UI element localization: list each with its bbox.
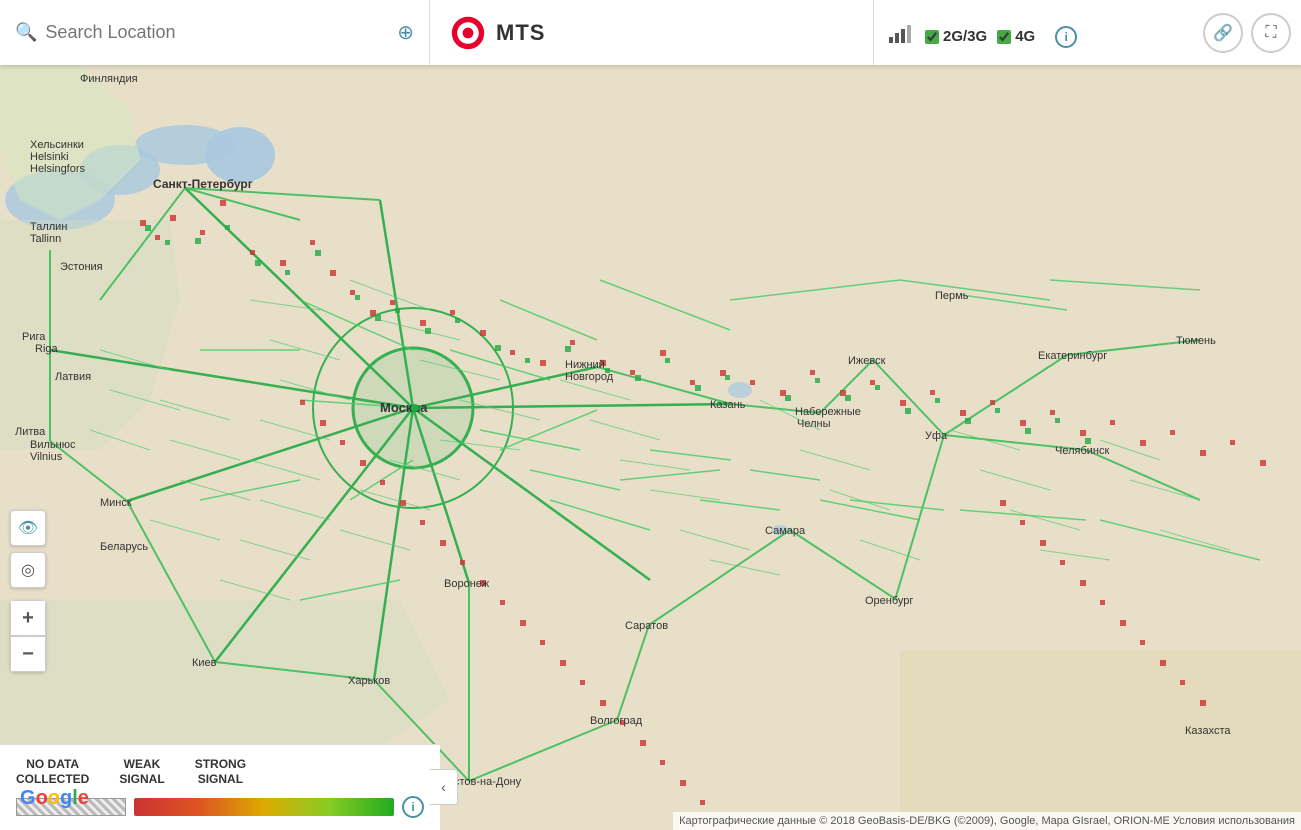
svg-text:Самара: Самара <box>765 525 806 537</box>
brand-logo <box>450 15 486 51</box>
svg-text:Челябинск: Челябинск <box>1055 445 1109 457</box>
search-section: 🔍 ⊕ <box>0 0 430 65</box>
location-button[interactable]: ◎ <box>10 552 46 588</box>
legend-info-icon: i <box>411 800 414 814</box>
svg-text:Тюмень: Тюмень <box>1176 335 1216 347</box>
svg-text:Хельсинки: Хельсинки <box>30 139 84 151</box>
zoom-controls: + − <box>10 600 46 672</box>
attribution-text: Картографические данные © 2018 GeoBasis-… <box>679 815 1295 827</box>
svg-text:Литва: Литва <box>15 426 46 438</box>
minus-icon: − <box>22 643 34 666</box>
no-data-label: NO DATACOLLECTED <box>16 757 89 788</box>
info-icon: i <box>1065 30 1068 44</box>
expand-button[interactable]: ⛶ <box>1251 13 1291 53</box>
svg-text:Уфа: Уфа <box>925 430 948 442</box>
network-4g-control[interactable]: 4G <box>997 28 1035 45</box>
legend-info-button[interactable]: i <box>402 796 424 818</box>
svg-text:Санкт-Петербург: Санкт-Петербург <box>153 177 253 191</box>
svg-text:Ижевск: Ижевск <box>848 355 886 367</box>
svg-text:Беларусь: Беларусь <box>100 541 148 553</box>
svg-text:Tallinn: Tallinn <box>30 233 61 245</box>
svg-text:Екатеринбург: Екатеринбург <box>1038 350 1107 362</box>
gps-icon[interactable]: ⊕ <box>397 20 414 45</box>
svg-text:Эстония: Эстония <box>60 261 103 273</box>
svg-text:Казахста: Казахста <box>1185 725 1231 737</box>
svg-text:Финляндия: Финляндия <box>80 73 138 85</box>
svg-text:Саратов: Саратов <box>625 620 668 632</box>
network-2g3g-control[interactable]: 2G/3G <box>925 28 987 45</box>
svg-text:Helsinki: Helsinki <box>30 151 69 163</box>
network-controls: 2G/3G 4G i <box>889 25 1077 48</box>
search-input[interactable] <box>45 22 245 43</box>
location-icon: ◎ <box>21 560 35 580</box>
legend-labels: NO DATACOLLECTED WEAKSIGNAL STRONGSIGNAL <box>16 757 424 788</box>
svg-text:Харьков: Харьков <box>348 675 390 687</box>
left-controls: 👁 ◎ <box>10 510 46 588</box>
svg-text:Челны: Челны <box>797 418 831 430</box>
svg-text:Таллин: Таллин <box>30 221 67 233</box>
map-container[interactable]: Финляндия Хельсинки Helsinki Helsingfors… <box>0 0 1301 830</box>
map-svg: Финляндия Хельсинки Helsinki Helsingfors… <box>0 0 1301 830</box>
weak-signal-label: WEAKSIGNAL <box>119 757 164 788</box>
collapse-icon: ‹ <box>441 779 446 795</box>
signal-color-bar <box>134 798 394 816</box>
brand-section: MTS <box>430 15 873 51</box>
header-right-icons: 🔗 ⛶ <box>1193 13 1301 53</box>
network-2g3g-label: 2G/3G <box>943 28 987 45</box>
svg-text:Vilnius: Vilnius <box>30 451 63 463</box>
svg-text:Киев: Киев <box>192 657 217 669</box>
plus-icon: + <box>22 607 34 630</box>
zoom-in-button[interactable]: + <box>10 600 46 636</box>
eye-icon: 👁 <box>18 518 38 538</box>
signal-bars-icon <box>889 25 911 48</box>
link-button[interactable]: 🔗 <box>1203 13 1243 53</box>
network-4g-label: 4G <box>1015 28 1035 45</box>
layer-visibility-button[interactable]: 👁 <box>10 510 46 546</box>
svg-text:Минск: Минск <box>100 497 132 509</box>
svg-text:Нижний: Нижний <box>565 359 605 371</box>
svg-text:Riga: Riga <box>35 343 59 355</box>
svg-text:Пермь: Пермь <box>935 290 969 302</box>
svg-text:Волгоград: Волгоград <box>590 715 643 727</box>
svg-text:Новгород: Новгород <box>565 371 614 383</box>
network-4g-checkbox[interactable] <box>997 30 1011 44</box>
network-info-button[interactable]: i <box>1055 26 1077 48</box>
svg-text:Воронеж: Воронеж <box>444 578 490 590</box>
google-logo: Google <box>20 787 89 810</box>
brand-name: MTS <box>496 20 545 46</box>
header: 🔍 ⊕ MTS NETWORK TYPE <box>0 0 1301 65</box>
svg-text:Москва: Москва <box>380 400 428 415</box>
svg-text:Helsingfors: Helsingfors <box>30 163 86 175</box>
link-icon: 🔗 <box>1213 23 1233 43</box>
strong-signal-label: STRONGSIGNAL <box>195 757 246 788</box>
network-section: NETWORK TYPE 2G/3G 4G i <box>873 0 1193 65</box>
zoom-out-button[interactable]: − <box>10 636 46 672</box>
attribution: Картографические данные © 2018 GeoBasis-… <box>673 812 1301 830</box>
search-icon: 🔍 <box>15 22 37 43</box>
svg-text:Оренбург: Оренбург <box>865 595 913 607</box>
svg-text:Рига: Рига <box>22 331 46 343</box>
expand-icon: ⛶ <box>1265 24 1276 42</box>
svg-text:Казань: Казань <box>710 399 746 411</box>
svg-text:Набережные: Набережные <box>795 406 861 418</box>
network-2g3g-checkbox[interactable] <box>925 30 939 44</box>
svg-text:Латвия: Латвия <box>55 371 91 383</box>
collapse-legend-button[interactable]: ‹ <box>430 769 458 805</box>
svg-text:Вильнюс: Вильнюс <box>30 439 76 451</box>
